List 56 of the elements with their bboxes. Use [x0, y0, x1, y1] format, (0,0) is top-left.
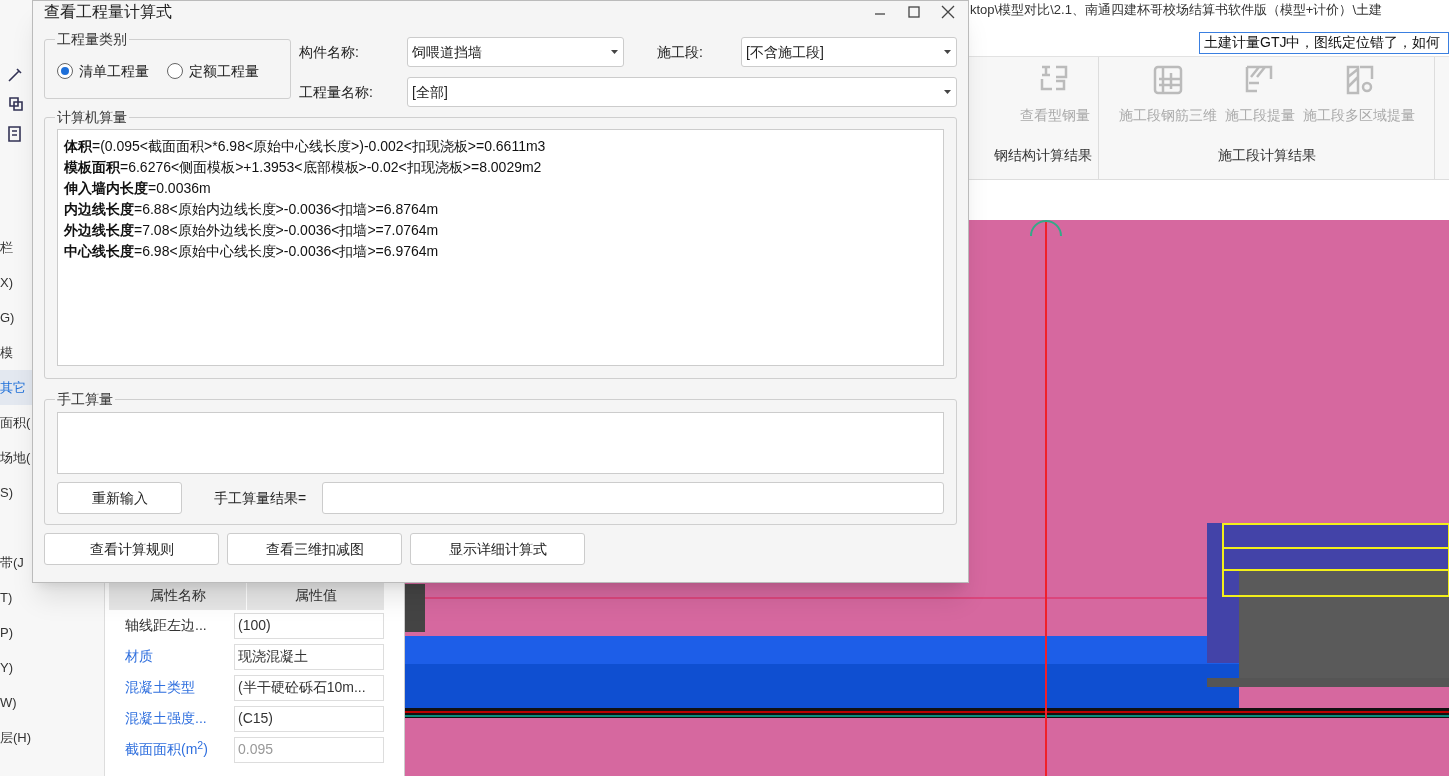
formula-line: 内边线长度=6.88<原始内边线长度>-0.0036<扣墙>=6.8764m [64, 200, 440, 219]
search-field[interactable]: 土建计量GTJ中，图纸定位错了，如何 [1199, 32, 1449, 54]
group-label: 施工段计算结果 [1217, 146, 1316, 165]
caret-icon [944, 89, 952, 95]
radio-button[interactable] [167, 63, 183, 79]
close-icon[interactable] [939, 3, 957, 21]
group-legend: 计算机算量 [55, 108, 129, 126]
maximize-icon[interactable] [905, 3, 923, 21]
property-name: 轴线距左边... [124, 616, 208, 635]
field-label: 施工段: [657, 42, 704, 62]
dropdown[interactable]: [全部] [407, 77, 957, 107]
group-legend: 工程量类别 [55, 30, 129, 48]
property-value-field[interactable]: (C15) [234, 705, 384, 732]
formula-textarea[interactable] [57, 129, 944, 366]
field-label: 构件名称: [299, 42, 360, 62]
radio-option[interactable]: 清单工程量 [57, 60, 149, 82]
property-value-field[interactable]: (100) [234, 612, 384, 639]
formula-line: 伸入墙内长度=0.0036m [64, 179, 212, 198]
dialog-title: 查看工程量计算式 [44, 2, 173, 22]
dialog-button[interactable]: 显示详细计算式 [410, 533, 585, 565]
column-header: 属性名称 [148, 585, 207, 605]
sidebar-item[interactable]: Y) [0, 650, 104, 685]
formula-line: 体积=(0.095<截面面积>*6.98<原始中心线长度>)-0.002<扣现浇板>=0.6611m3 [64, 137, 547, 156]
field-label: 手工算量结果= [214, 488, 308, 508]
property-name: 混凝土强度... [124, 709, 208, 728]
dropdown[interactable]: [不含施工段] [741, 37, 957, 67]
sidebar-item[interactable]: 层(H) [0, 720, 104, 755]
copy-icon[interactable] [6, 94, 24, 112]
dropdown-value: [不含施工段] [746, 42, 824, 62]
property-name: 截面面积(m$^{2}$) [124, 739, 209, 759]
property-name: 混凝土类型 [124, 678, 196, 697]
formula-line: 中心线长度=6.98<原始中心线长度>-0.0036<扣墙>=6.9764m [64, 242, 440, 261]
sidebar-item[interactable]: P) [0, 615, 104, 650]
dropdown-value: 饲喂道挡墙 [412, 42, 482, 62]
group-legend: 手工算量 [55, 390, 115, 408]
sidebar-item[interactable]: W) [0, 685, 104, 720]
result-field[interactable] [322, 482, 944, 514]
radio-option[interactable]: 定额工程量 [167, 60, 259, 82]
dialog-button[interactable]: 查看三维扣减图 [227, 533, 402, 565]
property-value-field[interactable]: 现浇混凝土 [234, 643, 384, 670]
window-title: ktop\模型对比\2.1、南通四建杯哥校场结算书软件版（模型+计价）\土建 [970, 1, 1383, 19]
reenter-button[interactable]: 重新输入 [57, 482, 182, 514]
sidebar-item[interactable]: T) [0, 580, 104, 615]
formula-line: 模板面积=6.6276<侧面模板>+1.3953<底部模板>-0.02<扣现浇板>=8.0029m2 [64, 158, 543, 177]
group-label: 钢结构计算结果 [994, 146, 1092, 165]
manual-input-area[interactable] [57, 412, 944, 474]
dropdown[interactable]: 饲喂道挡墙 [407, 37, 624, 67]
document-icon[interactable] [6, 124, 24, 142]
property-value-field[interactable]: (半干硬砼砾石10m... [234, 674, 384, 701]
collapse-handle[interactable] [405, 584, 425, 632]
arc-marker [1030, 220, 1062, 237]
formula-line: 外边线长度=7.08<原始外边线长度>-0.0036<扣墙>=7.0764m [64, 221, 440, 240]
dialog-button[interactable]: 查看计算规则 [44, 533, 219, 565]
field-label: 工程量名称: [299, 82, 374, 102]
property-name: 材质 [124, 647, 154, 666]
dropdown-value: [全部] [412, 82, 448, 102]
